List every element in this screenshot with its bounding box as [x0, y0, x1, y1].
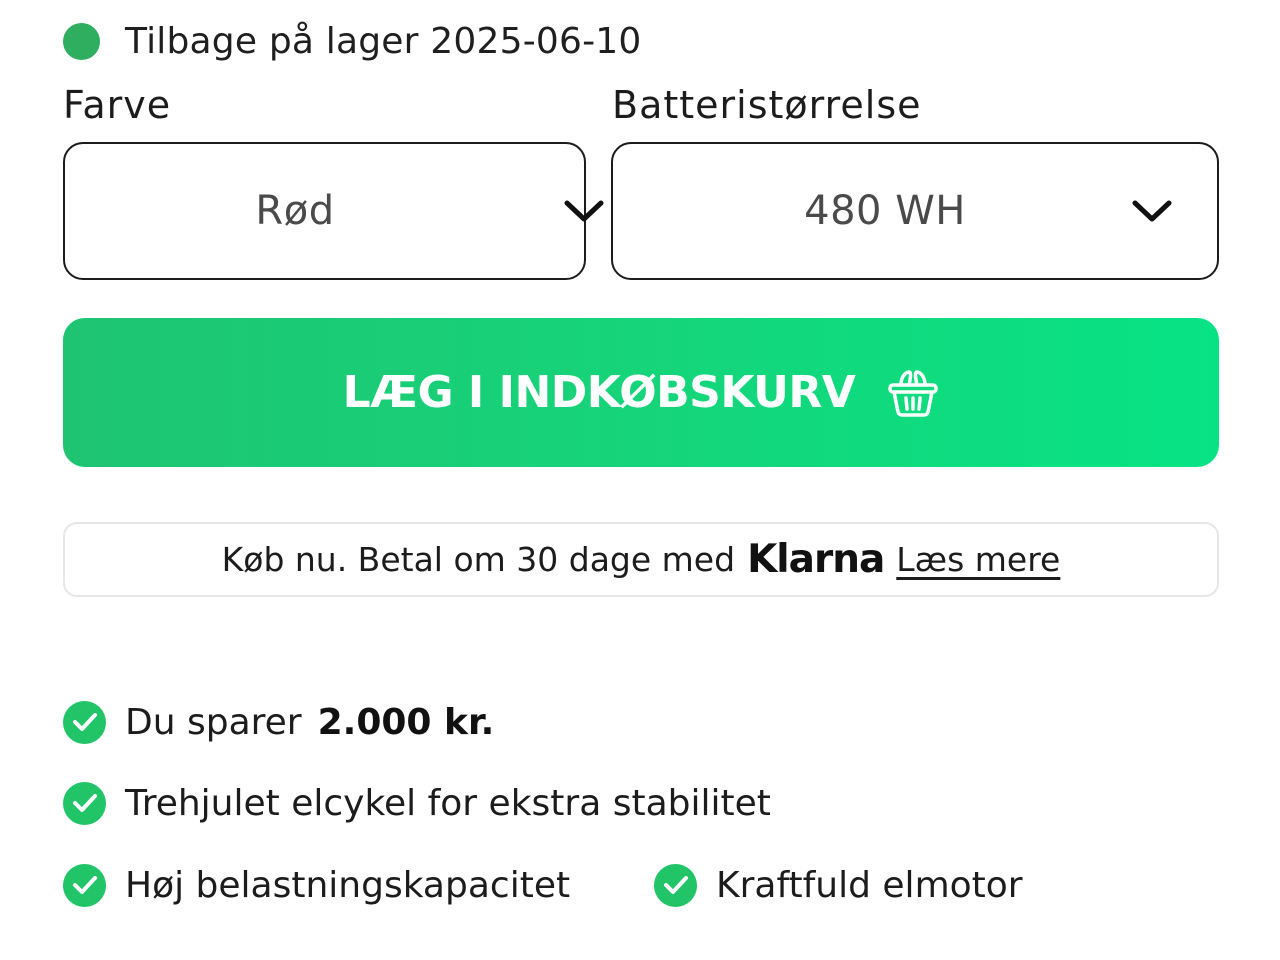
battery-label: Batteristørrelse — [612, 83, 922, 127]
feature-text: Trehjulet elcykel for ekstra stabilitet — [125, 782, 771, 824]
check-circle-icon — [63, 700, 106, 744]
feature-text: Du sparer — [125, 701, 302, 743]
battery-select[interactable]: 480 WH — [611, 142, 1219, 280]
stock-status-text: Tilbage på lager 2025-06-10 — [125, 20, 642, 62]
chevron-down-icon — [1132, 200, 1172, 222]
color-select-value: Rød — [255, 188, 335, 234]
add-to-cart-button[interactable]: LÆG I INDKØBSKURV — [63, 318, 1219, 467]
stock-status: Tilbage på lager 2025-06-10 — [63, 18, 642, 64]
feature-item-capacity: Høj belastningskapacitet — [63, 862, 570, 908]
klarna-text: Køb nu. Betal om 30 dage med — [221, 540, 736, 579]
feature-item-stability: Trehjulet elcykel for ekstra stabilitet — [63, 780, 771, 826]
feature-text: Kraftfuld elmotor — [716, 864, 1023, 906]
savings-amount: 2.000 kr. — [317, 701, 495, 743]
feature-item-savings: Du sparer 2.000 kr. — [63, 699, 494, 745]
klarna-banner: Køb nu. Betal om 30 dage med Klarna Læs … — [63, 522, 1219, 597]
klarna-read-more-link[interactable]: Læs mere — [896, 540, 1060, 579]
check-circle-icon — [654, 863, 697, 907]
status-dot-icon — [63, 22, 100, 60]
battery-select-value: 480 WH — [804, 188, 966, 234]
add-to-cart-label: LÆG I INDKØBSKURV — [342, 367, 856, 418]
color-label: Farve — [63, 83, 172, 127]
chevron-down-icon — [564, 200, 604, 222]
color-select[interactable]: Rød — [63, 142, 604, 280]
basket-icon — [888, 369, 939, 417]
feature-text: Høj belastningskapacitet — [125, 864, 571, 906]
klarna-logo: Klarna — [747, 537, 885, 582]
feature-item-motor: Kraftfuld elmotor — [654, 862, 1023, 908]
check-circle-icon — [63, 781, 106, 825]
product-purchase-panel: Tilbage på lager 2025-06-10 Farve Rød Ba… — [0, 0, 1280, 960]
check-circle-icon — [63, 863, 106, 907]
